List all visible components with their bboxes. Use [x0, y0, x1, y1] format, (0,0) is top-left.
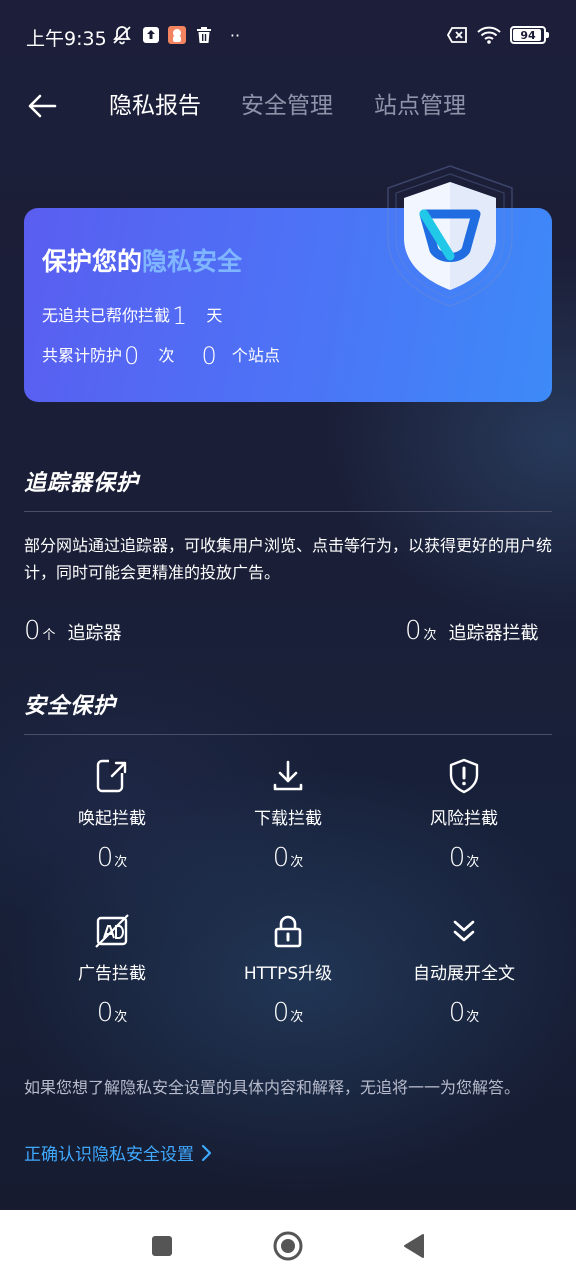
- tracker-count-label: 追踪器: [67, 623, 122, 644]
- feature-auto-expand[interactable]: 自动展开全文 0次: [374, 913, 554, 1028]
- trash-icon: [194, 24, 214, 46]
- tracker-blocked-label: 追踪器拦截: [448, 623, 539, 644]
- app-screen: 上午9:35 ·· 94 隐私报告 安全管理 站点管理 保护您的隐私安全 无追共…: [0, 0, 576, 1210]
- more-notifications: ··: [229, 25, 241, 45]
- shield-alert-icon: [446, 758, 482, 794]
- download-icon: [270, 758, 306, 794]
- feature-label: 下载拦截: [254, 809, 322, 829]
- privacy-settings-link[interactable]: 正确认识隐私安全设置: [24, 1140, 212, 1165]
- feature-count-value: 0: [448, 843, 466, 873]
- battery-level: 94: [520, 28, 536, 42]
- feature-count: 0次: [374, 843, 554, 873]
- feature-count-value: 0: [272, 843, 290, 873]
- status-bar: 上午9:35 ·· 94: [0, 0, 576, 72]
- feature-label: 唤起拦截: [78, 809, 146, 829]
- card-title: 保护您的隐私安全: [42, 242, 242, 278]
- tracker-blocked-stat: 0 次 追踪器拦截: [405, 616, 539, 646]
- tracker-blocked-unit: 次: [423, 628, 437, 643]
- square-icon: [152, 1236, 172, 1256]
- app-notification-icon: [166, 24, 188, 46]
- wifi-icon: [476, 24, 502, 46]
- sites-unit: 个站点: [231, 346, 280, 365]
- feature-label: HTTPS升级: [243, 964, 333, 984]
- back-button[interactable]: [22, 86, 62, 126]
- feature-count: 0次: [198, 843, 378, 873]
- tracker-blocked-count: 0: [405, 616, 422, 646]
- security-divider: [24, 734, 552, 735]
- feature-https-upgrade[interactable]: HTTPS升级 0次: [198, 913, 378, 1028]
- feature-count-value: 0: [96, 843, 114, 873]
- security-section-title: 安全保护: [24, 694, 117, 719]
- system-navigation-bar: [0, 1210, 576, 1280]
- protect-count-unit: 次: [158, 346, 175, 365]
- tracker-divider: [24, 511, 552, 512]
- tracker-count-unit: 个: [42, 628, 56, 643]
- feature-count-unit: 次: [290, 1010, 304, 1025]
- card-days-line: 无追共已帮你拦截1 天: [42, 302, 222, 330]
- upload-icon: [141, 24, 161, 46]
- recent-apps-button[interactable]: [144, 1228, 180, 1264]
- double-chevron-down-icon: [446, 913, 482, 949]
- privacy-settings-link-label: 正确认识隐私安全设置: [24, 1145, 194, 1165]
- feature-risk-block[interactable]: 风险拦截 0次: [374, 758, 554, 873]
- chevron-right-icon: [201, 1144, 212, 1161]
- feature-ad-block[interactable]: 广告拦截 0次: [22, 913, 202, 1028]
- feature-count-value: 0: [272, 998, 290, 1028]
- home-button[interactable]: [270, 1228, 306, 1264]
- back-nav-button[interactable]: [396, 1228, 432, 1264]
- triangle-back-icon: [404, 1234, 424, 1258]
- sites-count: 0: [201, 342, 217, 370]
- feature-count-value: 0: [96, 998, 114, 1028]
- tracker-description: 部分网站通过追踪器，可收集用户浏览、点击等行为，以获得更好的用户统计，同时可能会…: [24, 536, 553, 582]
- home-circle-icon: [273, 1231, 303, 1261]
- feature-count: 0次: [374, 998, 554, 1028]
- footer-explanation: 如果您想了解隐私安全设置的具体内容和解释，无追将一一为您解答。: [24, 1078, 521, 1097]
- feature-count-value: 0: [448, 998, 466, 1028]
- feature-label: 自动展开全文: [413, 964, 515, 984]
- ad-block-icon: [94, 913, 130, 949]
- feature-count-unit: 次: [466, 1010, 480, 1025]
- back-arrow-icon: [28, 94, 57, 118]
- tab-security-management[interactable]: 安全管理: [241, 90, 333, 122]
- card-title-highlight: 隐私安全: [142, 247, 243, 276]
- lock-icon: [270, 913, 306, 949]
- app-launch-icon: [94, 758, 130, 794]
- no-sim-icon: [446, 24, 470, 46]
- battery-indicator: 94: [510, 26, 549, 44]
- feature-count: 0次: [22, 843, 202, 873]
- tracker-section-title: 追踪器保护: [24, 471, 140, 496]
- tracker-count: 0: [24, 616, 41, 646]
- days-count: 1: [172, 302, 188, 330]
- feature-app-launch-block[interactable]: 唤起拦截 0次: [22, 758, 202, 873]
- card-title-prefix: 保护您的: [42, 247, 143, 276]
- feature-count: 0次: [22, 998, 202, 1028]
- feature-label: 广告拦截: [78, 964, 146, 984]
- tab-site-management[interactable]: 站点管理: [374, 90, 466, 122]
- feature-count: 0次: [198, 998, 378, 1028]
- protect-count: 0: [124, 342, 140, 370]
- mute-bell-icon: [110, 24, 134, 46]
- status-time: 上午9:35: [26, 28, 107, 50]
- feature-label: 风险拦截: [430, 809, 498, 829]
- feature-count-unit: 次: [114, 1010, 128, 1025]
- feature-count-unit: 次: [114, 855, 128, 870]
- shield-logo-icon: [380, 160, 520, 310]
- feature-count-unit: 次: [290, 855, 304, 870]
- feature-download-block[interactable]: 下载拦截 0次: [198, 758, 378, 873]
- tracker-count-stat: 0 个 追踪器: [24, 616, 122, 646]
- tab-privacy-report[interactable]: 隐私报告: [109, 90, 201, 122]
- days-unit: 天: [206, 306, 223, 325]
- protect-prefix: 共累计防护: [42, 346, 123, 365]
- feature-count-unit: 次: [466, 855, 480, 870]
- card-protection-line: 共累计防护0 次 0 个站点: [42, 342, 280, 370]
- days-prefix: 无追共已帮你拦截: [42, 306, 171, 325]
